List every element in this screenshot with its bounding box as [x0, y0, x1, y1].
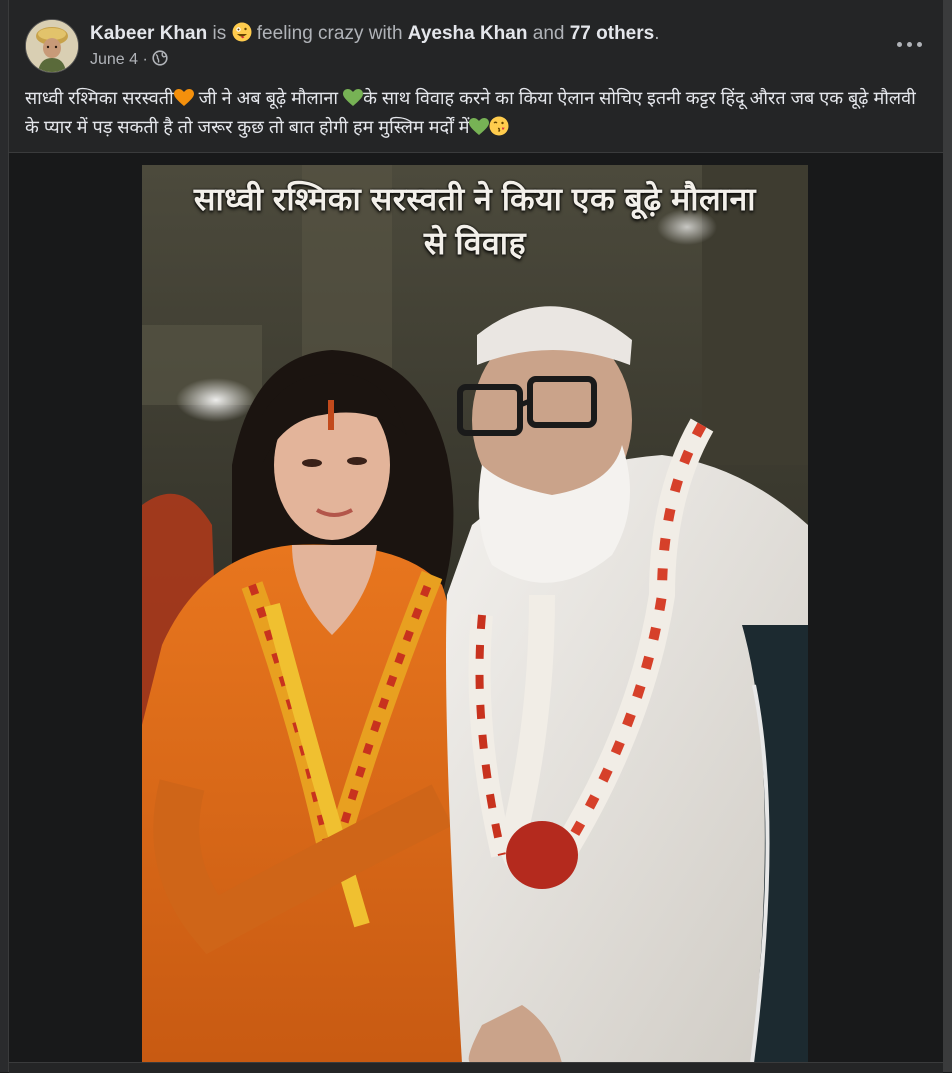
- meta-separator: ·: [142, 51, 148, 68]
- author-avatar[interactable]: [25, 19, 79, 73]
- caption-text-part1: साध्वी रश्मिका सरस्वती: [25, 88, 174, 108]
- photo-illustration: [142, 165, 808, 1063]
- overlay-line-1: साध्वी रश्मिका सरस्वती ने किया एक बूढ़े …: [193, 181, 757, 217]
- and-text: and: [532, 23, 565, 44]
- orange-heart-emoji-icon: [173, 87, 194, 106]
- feed-post: Kabeer Khan is feeling crazy with Ayesha…: [8, 0, 944, 1073]
- photo-overlay-title: साध्वी रश्मिका सरस्वती ने किया एक बूढ़े …: [142, 177, 808, 265]
- others-link[interactable]: 77 others: [570, 23, 654, 44]
- green-heart-emoji-icon: [343, 87, 364, 106]
- post-header: Kabeer Khan is feeling crazy with Ayesha…: [9, 0, 943, 80]
- post-photo[interactable]: साध्वी रश्मिका सरस्वती ने किया एक बूढ़े …: [142, 165, 808, 1063]
- post-photo-area: साध्वी रश्मिका सरस्वती ने किया एक बूढ़े …: [9, 152, 943, 1063]
- face-blowing-kiss-emoji-icon: [489, 116, 509, 136]
- post-options-ellipsis-icon[interactable]: [895, 32, 925, 56]
- period-text: .: [654, 23, 660, 44]
- tagged-person-link[interactable]: Ayesha Khan: [408, 23, 528, 44]
- globe-icon[interactable]: [152, 50, 168, 66]
- green-heart-emoji-icon: [469, 116, 490, 135]
- post-date-link[interactable]: June 4: [90, 51, 138, 68]
- post-caption: साध्वी रश्मिका सरस्वती जी ने अब बूढ़े मौ…: [25, 84, 925, 142]
- activity-feeling-text: feeling crazy with: [256, 23, 403, 44]
- activity-is-text: is: [212, 23, 227, 44]
- crazy-face-emoji-icon: [232, 22, 252, 42]
- post-footer-divider: [9, 1062, 943, 1073]
- author-name-link[interactable]: Kabeer Khan: [90, 23, 207, 44]
- overlay-line-2: से विवाह: [423, 225, 527, 261]
- author-activity-line: Kabeer Khan is feeling crazy with Ayesha…: [90, 22, 660, 45]
- caption-text-part2: जी ने अब बूढ़े मौलाना: [193, 88, 344, 108]
- post-meta: June 4 ·: [90, 50, 168, 69]
